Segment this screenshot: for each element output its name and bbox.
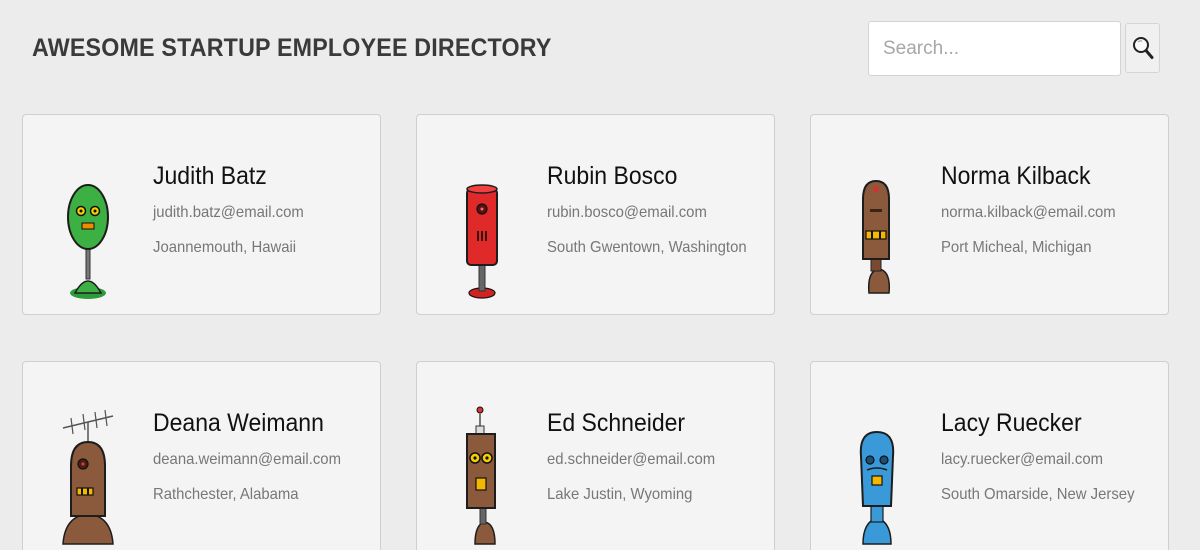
employee-email: judith.batz@email.com: [153, 204, 304, 221]
employee-name: Deana Weimann: [153, 409, 324, 437]
employee-info: Deana Weimann deana.weimann@email.com Ra…: [153, 406, 370, 505]
employee-info: Lacy Ruecker lacy.ruecker@email.com Sout…: [941, 406, 1158, 505]
employee-card[interactable]: Rubin Bosco rubin.bosco@email.com South …: [416, 114, 775, 315]
employee-email: lacy.ruecker@email.com: [941, 451, 1104, 468]
employee-info: Ed Schneider ed.schneider@email.com Lake…: [547, 406, 764, 505]
brown-antenna-robot-avatar: [62, 409, 114, 545]
employee-card[interactable]: Judith Batz judith.batz@email.com Joanne…: [22, 114, 381, 315]
employee-name: Rubin Bosco: [547, 162, 678, 190]
employee-location: Port Micheal, Michigan: [941, 239, 1092, 256]
page-title: AWESOME STARTUP EMPLOYEE DIRECTORY: [32, 34, 552, 62]
employee-location: Joannemouth, Hawaii: [153, 239, 297, 256]
employee-email: ed.schneider@email.com: [547, 451, 716, 468]
employee-info: Judith Batz judith.batz@email.com Joanne…: [153, 159, 370, 258]
employee-location: Lake Justin, Wyoming: [547, 486, 693, 503]
employee-name: Judith Batz: [153, 162, 267, 190]
blue-robot-avatar: [859, 430, 895, 545]
green-egg-robot-avatar: [67, 184, 109, 299]
employee-email: rubin.bosco@email.com: [547, 204, 707, 221]
employee-location: South Gwentown, Washington: [547, 239, 747, 256]
search-button[interactable]: [1125, 23, 1160, 73]
employee-info: Norma Kilback norma.kilback@email.com Po…: [941, 159, 1158, 258]
employee-card[interactable]: Ed Schneider ed.schneider@email.com Lake…: [416, 361, 775, 550]
employee-email: norma.kilback@email.com: [941, 204, 1116, 221]
employee-card[interactable]: Lacy Ruecker lacy.ruecker@email.com Sout…: [810, 361, 1169, 550]
employee-name: Norma Kilback: [941, 162, 1091, 190]
employee-location: Rathchester, Alabama: [153, 486, 299, 503]
employee-card[interactable]: Deana Weimann deana.weimann@email.com Ra…: [22, 361, 381, 550]
brown-box-robot-avatar: [466, 406, 496, 545]
magnifying-glass-icon: [1132, 37, 1153, 59]
brown-robot-avatar: [862, 179, 891, 294]
red-cylinder-robot-avatar: [466, 184, 498, 299]
employee-name: Ed Schneider: [547, 409, 686, 437]
employee-card[interactable]: Norma Kilback norma.kilback@email.com Po…: [810, 114, 1169, 315]
employee-name: Lacy Ruecker: [941, 409, 1082, 437]
employee-email: deana.weimann@email.com: [153, 451, 341, 468]
employee-location: South Omarside, New Jersey: [941, 486, 1135, 503]
search-input[interactable]: [868, 21, 1121, 76]
employee-info: Rubin Bosco rubin.bosco@email.com South …: [547, 159, 764, 258]
